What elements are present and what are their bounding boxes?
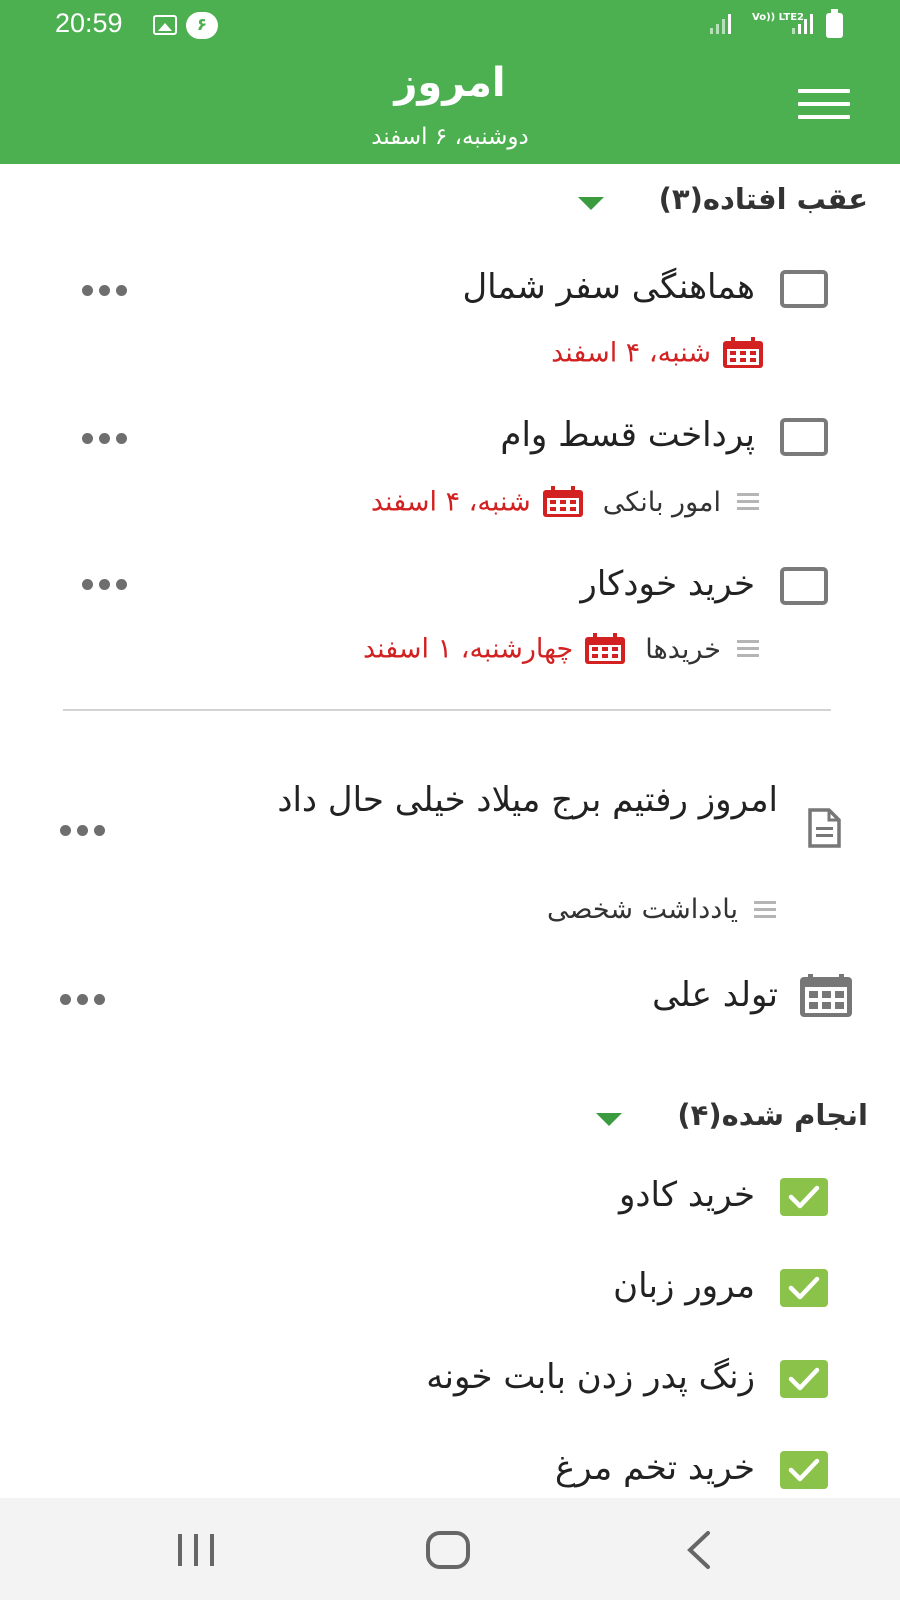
checkmark-icon (788, 1458, 820, 1482)
calendar-event-icon (800, 974, 852, 1017)
task-checkbox-checked[interactable] (780, 1269, 828, 1307)
more-options-icon[interactable] (60, 821, 112, 836)
page-title: امروز (394, 60, 506, 106)
app-header: امروز دوشنبه، ۶ اسفند (0, 46, 900, 164)
divider (63, 709, 831, 711)
signal-icon (710, 14, 731, 34)
completed-task-title[interactable]: خرید کادو (619, 1175, 755, 1215)
list-icon (748, 899, 782, 921)
section-completed-header[interactable]: انجام شده(۴) (677, 1098, 868, 1132)
notification-badge: ۶ (186, 12, 218, 39)
note-list-name: یادداشت شخصی (547, 894, 738, 925)
calendar-icon (585, 633, 626, 664)
task-due-date: چهارشنبه، ۱ اسفند (362, 633, 574, 665)
task-checkbox-checked[interactable] (780, 1178, 828, 1216)
completed-task-title[interactable]: مرور زبان (613, 1266, 755, 1306)
list-icon (731, 491, 765, 513)
back-icon[interactable] (670, 1528, 730, 1572)
document-icon (808, 808, 841, 848)
task-checkbox-checked[interactable] (780, 1360, 828, 1398)
list-icon (731, 638, 765, 660)
chevron-down-icon[interactable] (596, 1113, 622, 1126)
task-title[interactable]: خرید خودکار (580, 564, 755, 604)
task-list-name: خریدها (645, 633, 721, 665)
task-meta: امور بانکی شنبه، ۴ اسفند (371, 485, 765, 525)
task-meta: شنبه، ۴ اسفند (551, 336, 765, 376)
hamburger-menu-icon[interactable] (798, 89, 850, 123)
checkmark-icon (788, 1276, 820, 1300)
signal-icon (792, 14, 813, 34)
chevron-down-icon[interactable] (578, 197, 604, 210)
calendar-icon (723, 337, 763, 368)
task-list-name: امور بانکی (602, 486, 721, 518)
completed-task-title[interactable]: زنگ پدر زدن بابت خونه (426, 1357, 755, 1397)
more-options-icon[interactable] (82, 429, 134, 444)
more-options-icon[interactable] (82, 281, 134, 296)
recents-icon[interactable] (166, 1528, 226, 1572)
task-checkbox[interactable] (780, 567, 828, 605)
status-bar: 20:59 ۶ Vo)) LTE2 (0, 0, 900, 46)
note-meta: یادداشت شخصی (529, 893, 782, 933)
event-title[interactable]: تولد علی (652, 975, 778, 1015)
more-options-icon[interactable] (60, 990, 112, 1005)
image-icon (153, 15, 177, 35)
checkmark-icon (788, 1367, 820, 1391)
more-options-icon[interactable] (82, 575, 134, 590)
task-checkbox-checked[interactable] (780, 1451, 828, 1489)
task-due-date: شنبه، ۴ اسفند (370, 486, 531, 518)
calendar-icon (542, 486, 583, 517)
page-subtitle-date: دوشنبه، ۶ اسفند (371, 124, 529, 150)
task-meta: خریدها چهارشنبه، ۱ اسفند (363, 632, 765, 672)
completed-task-title[interactable]: خرید تخم مرغ (555, 1448, 755, 1488)
status-time: 20:59 (55, 8, 123, 38)
task-checkbox[interactable] (780, 270, 828, 308)
system-nav-bar (0, 1498, 900, 1600)
task-due-date: شنبه، ۴ اسفند (551, 337, 711, 369)
battery-icon (826, 9, 843, 38)
home-icon[interactable] (418, 1528, 478, 1572)
note-title[interactable]: امروز رفتیم برج میلاد خیلی حال داد (178, 773, 778, 827)
task-title[interactable]: پرداخت قسط وام (500, 415, 755, 455)
checkmark-icon (788, 1185, 820, 1209)
task-checkbox[interactable] (780, 418, 828, 456)
section-overdue-header[interactable]: عقب افتاده(۳) (659, 182, 868, 216)
task-title[interactable]: هماهنگی سفر شمال (462, 267, 755, 307)
